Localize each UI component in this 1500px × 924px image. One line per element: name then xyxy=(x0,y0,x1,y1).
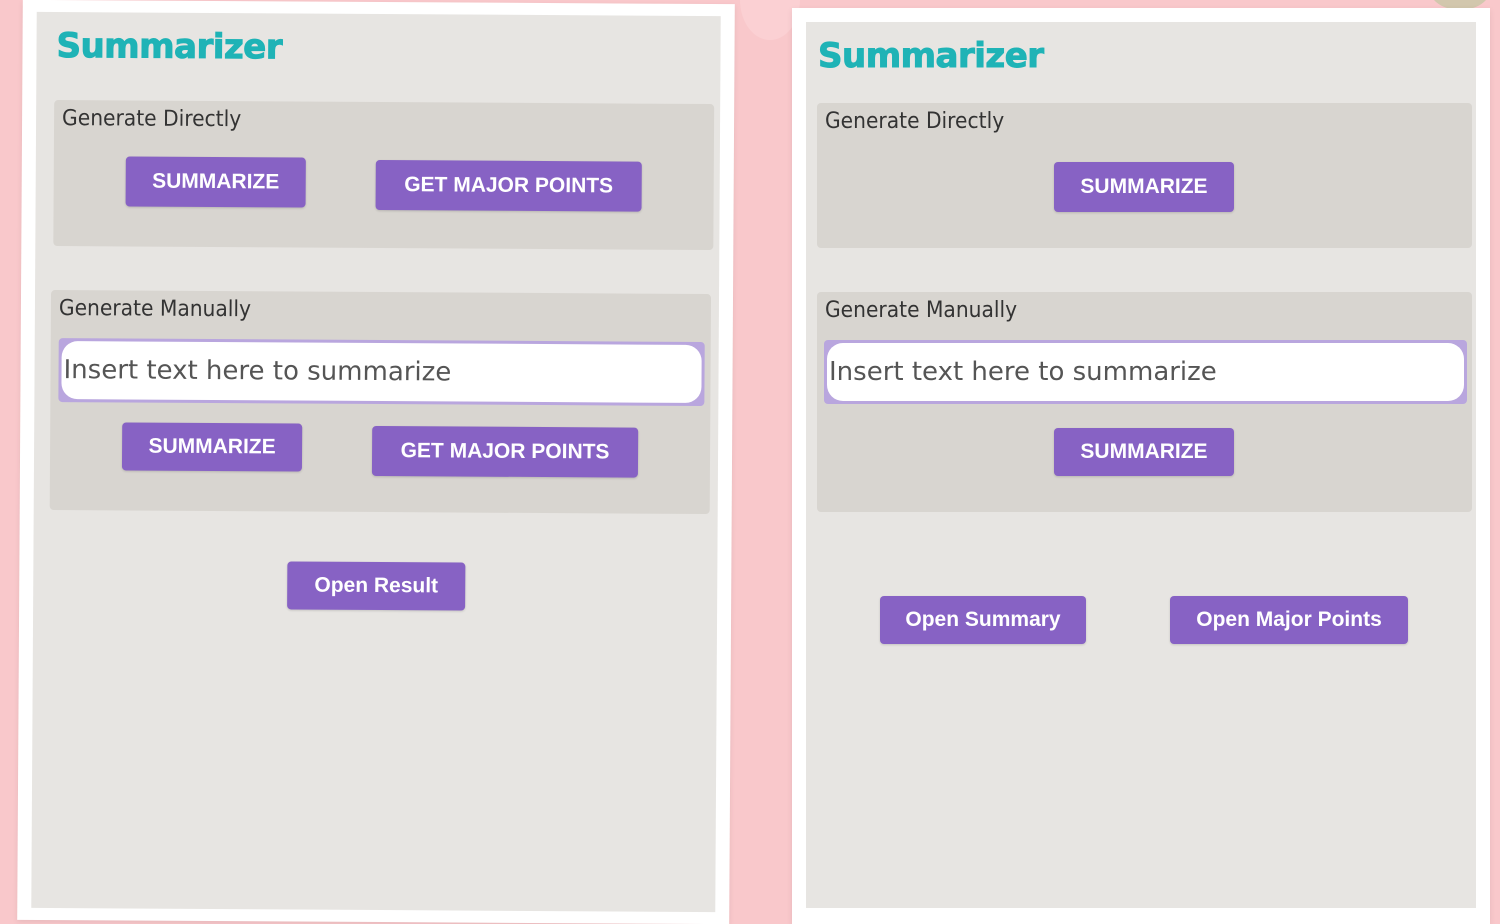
text-input-container xyxy=(58,338,705,407)
generate-directly-section: Generate Directly SUMMARIZE xyxy=(817,103,1472,248)
generate-directly-section: Generate Directly SUMMARIZE GET MAJOR PO… xyxy=(53,100,715,251)
right-app-panel: Summarizer Generate Directly SUMMARIZE G… xyxy=(806,22,1476,908)
summarize-text-input[interactable] xyxy=(61,341,702,403)
generate-manually-section: Generate Manually SUMMARIZE GET MAJOR PO… xyxy=(49,290,712,515)
summarize-text-input[interactable] xyxy=(827,343,1464,401)
generate-manually-label: Generate Manually xyxy=(58,296,252,323)
generate-manually-section: Generate Manually SUMMARIZE xyxy=(817,292,1472,512)
app-title: Summarizer xyxy=(818,36,1045,77)
summarize-button[interactable]: SUMMARIZE xyxy=(1054,162,1234,212)
background-decoration xyxy=(740,0,800,40)
generate-manually-label: Generate Manually xyxy=(825,298,1018,323)
get-major-points-button[interactable]: GET MAJOR POINTS xyxy=(375,159,642,212)
app-title: Summarizer xyxy=(56,26,283,68)
summarize-button[interactable]: SUMMARIZE xyxy=(125,156,306,208)
get-major-points-button[interactable]: GET MAJOR POINTS xyxy=(371,425,639,478)
open-major-points-button[interactable]: Open Major Points xyxy=(1170,596,1408,644)
summarize-button[interactable]: SUMMARIZE xyxy=(1054,428,1234,476)
generate-directly-label: Generate Directly xyxy=(825,109,1005,134)
summarize-button[interactable]: SUMMARIZE xyxy=(121,422,303,472)
generate-directly-label: Generate Directly xyxy=(62,106,242,133)
left-app-panel: Summarizer Generate Directly SUMMARIZE G… xyxy=(31,11,721,913)
open-summary-button[interactable]: Open Summary xyxy=(880,596,1086,644)
right-screenshot-frame: Summarizer Generate Directly SUMMARIZE G… xyxy=(792,8,1490,924)
text-input-container xyxy=(824,340,1467,404)
open-result-button[interactable]: Open Result xyxy=(287,561,466,611)
left-screenshot-frame: Summarizer Generate Directly SUMMARIZE G… xyxy=(17,0,735,924)
